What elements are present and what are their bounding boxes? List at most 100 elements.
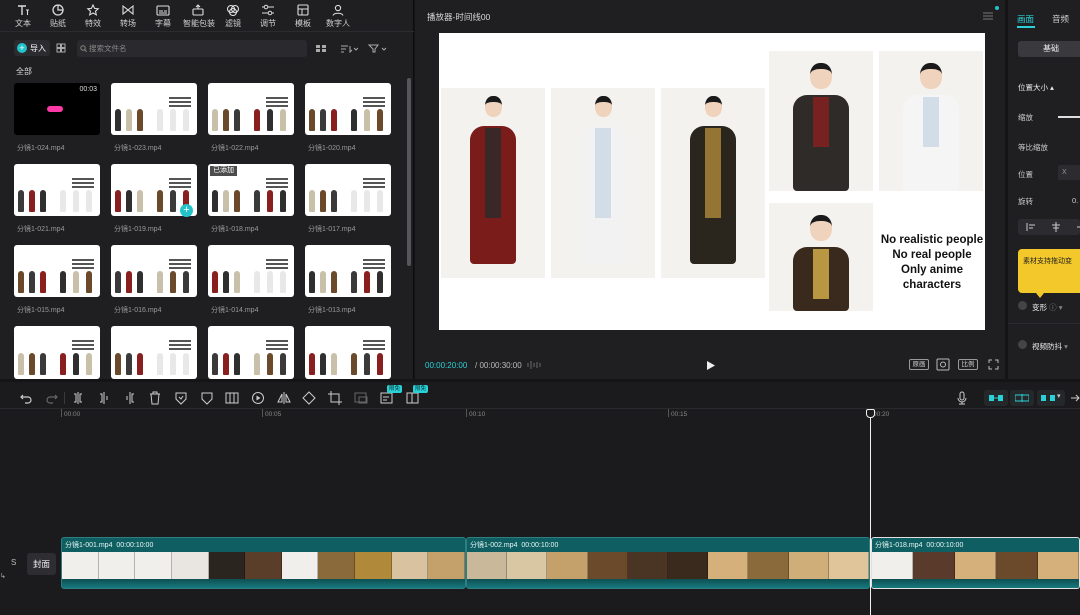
media-thumbnail[interactable] [14, 164, 100, 216]
align-center-icon[interactable] [1051, 222, 1061, 232]
play-icon[interactable] [706, 360, 716, 371]
character-detail [813, 97, 829, 147]
ratio-button[interactable]: 比例 [958, 359, 978, 370]
rotate-value[interactable]: 0. [1072, 196, 1078, 205]
media-thumbnail[interactable] [208, 245, 294, 297]
microphone-icon[interactable] [955, 391, 969, 405]
toolbar-transition[interactable]: 转场 [113, 4, 143, 29]
toolbar-digital-human[interactable]: 数字人 [323, 4, 353, 29]
auto-snap-button[interactable] [1010, 390, 1034, 406]
menu-icon[interactable] [983, 12, 993, 20]
character-figure [320, 353, 326, 375]
preview-canvas[interactable]: No realistic people No real people Only … [439, 33, 985, 330]
tab-picture[interactable]: 画面 [1017, 13, 1034, 25]
deform-checkbox[interactable] [1018, 301, 1027, 310]
media-thumbnail[interactable] [208, 326, 294, 379]
clip-duration: 00:00:10:00 [116, 542, 154, 549]
playhead-handle[interactable] [866, 409, 875, 418]
frame-icon[interactable] [354, 391, 368, 405]
media-thumbnail[interactable] [305, 164, 391, 216]
media-scrollbar[interactable] [407, 78, 411, 266]
timeline-clip[interactable]: 分镜1-002.mp4 00:00:10:00 [466, 537, 870, 589]
character-figure [86, 271, 92, 293]
section-position-size[interactable]: 位置大小 ▴ [1018, 82, 1054, 93]
media-thumbnail[interactable] [305, 83, 391, 135]
media-thumbnail[interactable] [111, 245, 197, 297]
clip-frame [428, 552, 465, 580]
toolbar-template[interactable]: 模板 [288, 4, 318, 29]
toolbar-sticker[interactable]: 贴纸 [43, 4, 73, 29]
toolbar-effects[interactable]: 特效 [78, 4, 108, 29]
character-figure [364, 271, 370, 293]
fit-screen-icon[interactable] [936, 358, 950, 371]
toolbar-filter[interactable]: 滤镜 [218, 4, 248, 29]
media-thumbnail[interactable] [111, 326, 197, 379]
linkage-button[interactable]: ▾ [1037, 390, 1065, 406]
character-head [484, 96, 502, 117]
media-thumbnail[interactable] [208, 83, 294, 135]
character-figure [29, 190, 35, 212]
main-track-magnet-button[interactable] [984, 390, 1008, 406]
shield-icon[interactable] [200, 391, 214, 405]
smart-cut-icon[interactable] [406, 391, 420, 405]
media-thumbnail[interactable] [305, 326, 391, 379]
position-x-input[interactable]: X [1058, 165, 1080, 180]
sort-icon[interactable] [340, 44, 358, 53]
category-all[interactable]: 全部 [16, 66, 32, 77]
toolbar-text[interactable]: 文本 [8, 4, 38, 29]
media-thumbnail[interactable]: 00:03 [14, 83, 100, 135]
rotate-label: 旋转 [1018, 197, 1033, 206]
media-thumbnail[interactable] [14, 245, 100, 297]
character-figure [223, 271, 229, 293]
link-icon [1041, 395, 1055, 401]
toolbar-smart-pack[interactable]: 智能包装 [183, 4, 215, 29]
character-figure [331, 190, 337, 212]
rotate-icon[interactable] [302, 391, 316, 405]
thumbnail-text [266, 178, 288, 180]
stabilize-checkbox[interactable] [1018, 340, 1027, 349]
timeline-clip[interactable]: 分镜1-001.mp4 00:00:10:00 [61, 537, 466, 589]
align-right-icon[interactable] [1076, 222, 1080, 232]
crop-icon[interactable] [328, 391, 342, 405]
waveform-icon[interactable] [527, 360, 541, 370]
grid-view-icon[interactable] [56, 43, 66, 53]
reverse-icon[interactable] [251, 391, 265, 405]
undo-icon[interactable] [19, 391, 33, 405]
align-left-icon[interactable] [1026, 223, 1036, 231]
plus-icon: + [17, 43, 27, 53]
timeline-clip[interactable]: 分镜1-018.mp4 00:00:10:00 [871, 537, 1080, 589]
original-quality-button[interactable]: 原画 [909, 359, 929, 370]
marker-icon[interactable] [174, 391, 188, 405]
redo-icon[interactable] [45, 391, 59, 405]
help-icon[interactable]: ⓘ [1049, 303, 1057, 312]
character-figure [212, 109, 218, 131]
search-input[interactable]: 搜索文件名 [77, 40, 307, 57]
filter-sort-icon[interactable] [368, 44, 388, 53]
fullscreen-icon[interactable] [988, 359, 999, 370]
media-thumbnail[interactable] [305, 245, 391, 297]
media-thumbnail[interactable] [111, 83, 197, 135]
playhead[interactable] [870, 409, 871, 615]
media-filename: 分镜1-016.mp4 [114, 307, 162, 314]
freeze-icon[interactable] [225, 391, 239, 405]
clip-frame [547, 552, 588, 580]
split-icon[interactable] [71, 391, 85, 405]
layout-toggle-icon[interactable] [315, 44, 327, 53]
thumbnail-text [363, 340, 385, 342]
split-right-icon[interactable] [123, 391, 137, 405]
clip-frames [62, 552, 465, 580]
basic-button[interactable]: 基础 [1018, 41, 1080, 57]
add-to-timeline-button[interactable]: + [180, 204, 193, 217]
import-button[interactable]: + 导入 [14, 40, 50, 56]
scale-slider[interactable] [1058, 116, 1080, 118]
delete-icon[interactable] [148, 391, 162, 405]
tab-audio[interactable]: 音频 [1052, 13, 1069, 25]
split-left-icon[interactable] [97, 391, 111, 405]
preview-axis-icon[interactable] [1070, 391, 1080, 405]
toolbar-adjust[interactable]: 调节 [253, 4, 283, 29]
smart-caption-icon[interactable] [380, 391, 394, 405]
mirror-icon[interactable] [277, 391, 291, 405]
media-thumbnail[interactable] [14, 326, 100, 379]
toolbar-subtitle[interactable]: 字幕 [148, 4, 178, 29]
cover-button[interactable]: 封面 [27, 553, 56, 575]
